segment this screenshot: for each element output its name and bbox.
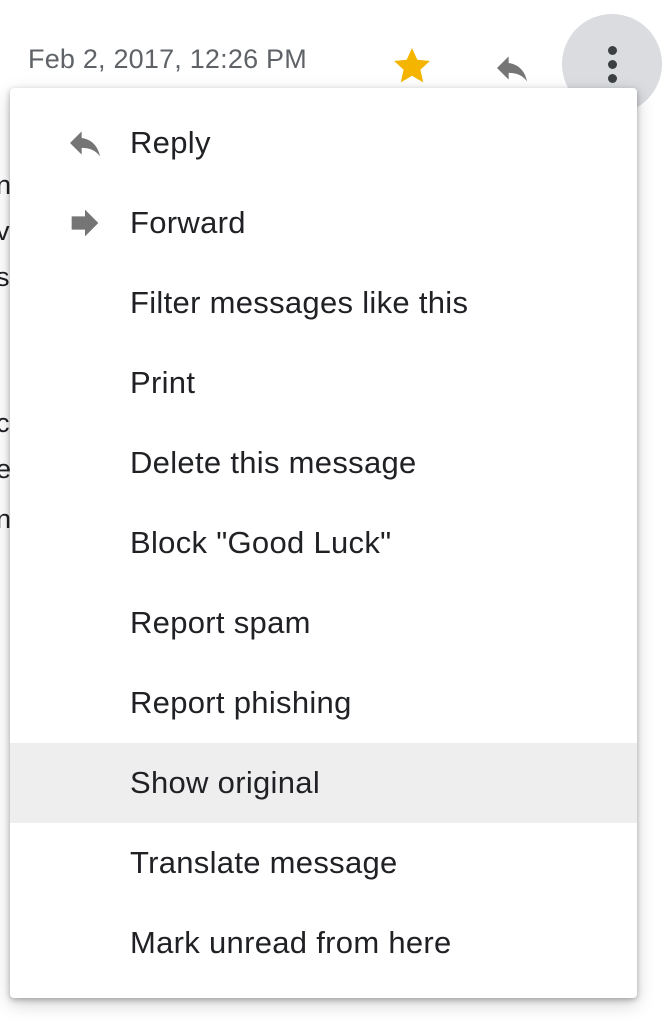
menu-item-print[interactable]: Print (10, 343, 637, 423)
menu-item-show-original[interactable]: Show original (10, 743, 637, 823)
menu-item-block-sender[interactable]: Block "Good Luck" (10, 503, 637, 583)
menu-item-reply[interactable]: Reply (10, 103, 637, 183)
menu-item-delete-message[interactable]: Delete this message (10, 423, 637, 503)
menu-item-mark-unread[interactable]: Mark unread from here (10, 903, 637, 983)
menu-item-report-phishing[interactable]: Report phishing (10, 663, 637, 743)
menu-item-label: Print (130, 365, 196, 400)
body-text-fragment: s (0, 262, 10, 292)
menu-item-translate-message[interactable]: Translate message (10, 823, 637, 903)
menu-item-filter-messages[interactable]: Filter messages like this (10, 263, 637, 343)
message-timestamp: Feb 2, 2017, 12:26 PM (28, 44, 307, 74)
menu-item-label: Forward (130, 205, 246, 240)
menu-item-label: Filter messages like this (130, 285, 469, 320)
reply-icon[interactable] (489, 48, 535, 88)
more-vert-icon (608, 74, 617, 83)
more-options-menu: Reply Forward Filter messages like this … (10, 88, 637, 998)
menu-item-label: Mark unread from here (130, 925, 452, 960)
menu-item-report-spam[interactable]: Report spam (10, 583, 637, 663)
forward-icon (71, 209, 99, 237)
star-icon[interactable] (390, 44, 434, 88)
menu-item-forward[interactable]: Forward (10, 183, 637, 263)
body-text-fragment: v (0, 216, 10, 246)
menu-item-label: Show original (130, 765, 321, 800)
more-vert-icon (608, 60, 617, 69)
menu-item-label: Report phishing (130, 685, 352, 720)
reply-icon (70, 131, 100, 157)
menu-item-label: Report spam (130, 605, 311, 640)
menu-item-label: Block "Good Luck" (130, 525, 392, 560)
email-view: n v s c e n Feb 2, 2017, 12:26 PM Reply … (0, 0, 668, 1027)
menu-item-label: Translate message (130, 845, 398, 880)
menu-item-label: Delete this message (130, 445, 417, 480)
body-text-fragment: c (0, 408, 10, 438)
more-vert-icon (608, 46, 617, 55)
menu-item-label: Reply (130, 125, 211, 160)
